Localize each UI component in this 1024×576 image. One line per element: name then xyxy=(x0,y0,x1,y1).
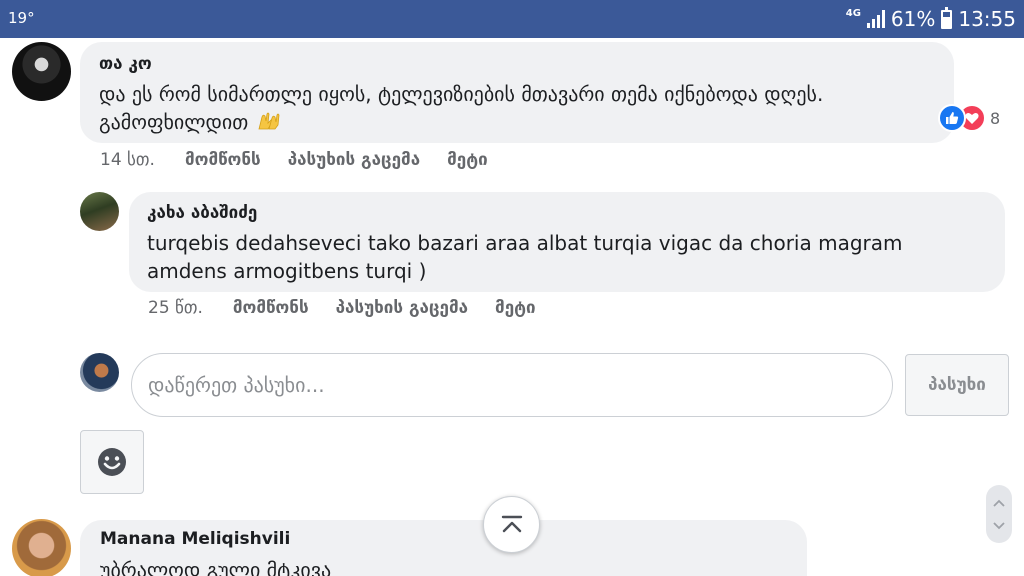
reply-button[interactable]: პასუხის გაცემა xyxy=(336,298,468,318)
comment-author[interactable]: კახა აბაშიძე xyxy=(147,203,257,223)
comment-author[interactable]: Manana Meliqishvili xyxy=(100,529,290,549)
avatar[interactable] xyxy=(12,519,71,576)
like-button[interactable]: მომწონს xyxy=(233,298,309,318)
chevron-down-icon xyxy=(993,521,1005,529)
avatar[interactable] xyxy=(80,192,119,231)
like-button[interactable]: მომწონს xyxy=(185,150,261,170)
battery-icon xyxy=(941,6,953,29)
comment-time[interactable]: 14 სთ. xyxy=(100,150,155,170)
reactions-summary[interactable]: 8 xyxy=(938,103,1000,133)
comment-actions: 25 წთ. მომწონს პასუხის გაცემა მეტი xyxy=(148,298,563,318)
reaction-count: 8 xyxy=(990,108,1001,128)
emoji-button[interactable] xyxy=(80,430,144,494)
more-button[interactable]: მეტი xyxy=(447,150,488,170)
network-type: 4G xyxy=(845,8,861,19)
smiley-icon xyxy=(98,448,126,476)
comment-time[interactable]: 25 წთ. xyxy=(148,298,203,318)
reply-input[interactable] xyxy=(131,353,893,417)
comment-text-body: და ეს რომ სიმართლე იყოს, ტელევიზიების მთ… xyxy=(99,82,824,134)
reply-submit-button[interactable]: პასუხი xyxy=(905,354,1009,416)
raised-hands-icon xyxy=(258,112,280,130)
scroll-to-top-button[interactable] xyxy=(483,496,540,553)
temperature: 19° xyxy=(8,9,35,27)
comment-text: turqebis dedahseveci tako bazari araa al… xyxy=(147,231,903,283)
thumbs-up-icon xyxy=(938,104,966,132)
fast-scroll-handle[interactable] xyxy=(986,485,1012,543)
comment-author[interactable]: თა კო xyxy=(99,54,152,74)
comment-text: უბრალოდ გული მტკივა xyxy=(100,558,332,576)
battery-percent: 61% xyxy=(890,7,936,31)
chevron-up-icon xyxy=(993,499,1005,507)
avatar[interactable] xyxy=(12,42,71,101)
reply-button[interactable]: პასუხის გაცემა xyxy=(288,150,420,170)
status-bar: 19° 4G 61% 13:55 xyxy=(0,0,1024,38)
chevron-up-double-icon xyxy=(501,515,522,532)
comment-bubble: კახა აბაშიძე turqebis dedahseveci tako b… xyxy=(129,192,1005,292)
clock: 13:55 xyxy=(958,7,1016,31)
signal-icon xyxy=(866,10,885,28)
comment-bubble: თა კო და ეს რომ სიმართლე იყოს, ტელევიზიე… xyxy=(80,42,954,143)
comment-text: და ეს რომ სიმართლე იყოს, ტელევიზიების მთ… xyxy=(99,80,929,136)
more-button[interactable]: მეტი xyxy=(495,298,536,318)
avatar xyxy=(80,353,119,392)
comment-bubble: Manana Meliqishvili უბრალოდ გული მტკივა xyxy=(80,520,807,576)
status-icons: 4G 61% 13:55 xyxy=(846,6,1016,32)
comment-actions: 14 სთ. მომწონს პასუხის გაცემა მეტი xyxy=(100,150,515,170)
